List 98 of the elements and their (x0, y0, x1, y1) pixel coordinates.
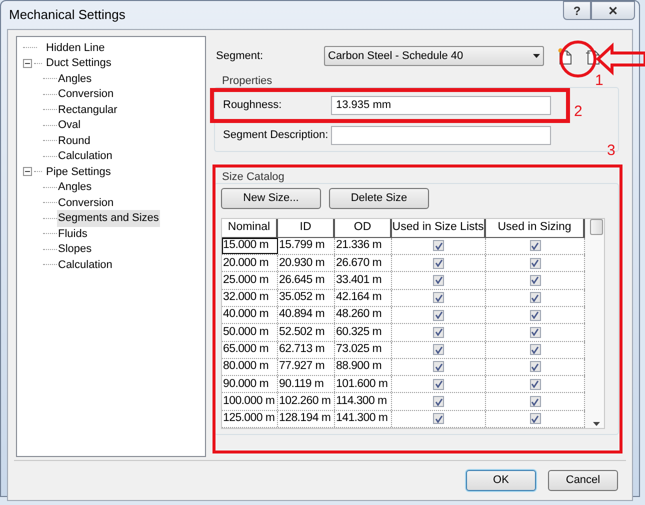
table-cell: 141.300 m (335, 410, 392, 427)
checkbox[interactable] (433, 413, 444, 424)
group-title: Size Catalog (222, 171, 284, 183)
tree-item[interactable]: Slopes (57, 241, 93, 258)
table-cell: 15.799 m (278, 238, 335, 254)
table-cell: 35.052 m (278, 290, 335, 306)
checkbox[interactable] (530, 240, 540, 252)
table-cell: 52.502 m (278, 324, 335, 341)
checkbox[interactable] (530, 274, 540, 286)
table-cell: 114.300 m (335, 393, 392, 410)
ok-button[interactable]: OK (466, 470, 536, 491)
table-cell: 73.025 m (335, 342, 392, 358)
table-cell: 21.336 m (335, 238, 392, 254)
checkbox[interactable] (433, 240, 444, 252)
table-cell: 48.260 m (335, 306, 392, 324)
annotation-circle (560, 40, 596, 78)
checkbox[interactable] (530, 310, 540, 321)
table-cell: 128.194 m (278, 410, 335, 427)
scroll-down-icon[interactable] (592, 422, 600, 426)
tree-item[interactable]: Angles (57, 179, 93, 196)
checkbox[interactable] (433, 396, 444, 408)
table-cell: 77.927 m (278, 358, 335, 376)
table-cell: 62.713 m (278, 342, 335, 358)
tree-item[interactable]: Rectangular (57, 102, 118, 118)
table-cell: 101.600 m (335, 376, 392, 392)
checkbox[interactable] (530, 326, 540, 338)
window-title: Mechanical Settings (9, 6, 126, 24)
table-cell: 40.000 m (222, 306, 278, 324)
scroll-thumb[interactable] (590, 219, 602, 235)
checkbox[interactable] (433, 326, 444, 338)
tree-item[interactable]: Calculation (57, 256, 114, 273)
checkbox[interactable] (530, 258, 540, 269)
tree-item[interactable]: Angles (57, 70, 93, 87)
tree-item[interactable]: Calculation (57, 148, 114, 164)
annotation-number: 1 (595, 73, 604, 88)
table-cell: 25.000 m (222, 272, 278, 289)
tree-item[interactable]: Duct Settings (45, 55, 112, 72)
checkbox[interactable] (433, 378, 444, 390)
catalog-button[interactable]: Delete Size (329, 188, 429, 209)
close-button[interactable]: ✕ (591, 1, 635, 20)
table-cell: 80.000 m (222, 358, 278, 376)
table-cell: 100.000 m (222, 393, 278, 410)
new-document-icon[interactable] (558, 48, 572, 64)
table-cell: 20.930 m (278, 255, 335, 272)
group-title: Properties (222, 75, 272, 87)
checkbox[interactable] (530, 378, 540, 390)
table-cell: 50.000 m (222, 324, 278, 341)
table-cell: 60.325 m (335, 324, 392, 341)
tree-item[interactable]: Pipe Settings (45, 164, 112, 180)
annotation-number: 3 (607, 143, 616, 158)
table-cell: 20.000 m (222, 255, 278, 272)
table-cell: 102.260 m (278, 393, 335, 410)
table-cell: 65.000 m (222, 342, 278, 358)
tree-item[interactable]: Oval (57, 117, 82, 134)
collapse-toggle-icon[interactable] (23, 167, 32, 176)
table-cell: 88.900 m (335, 358, 392, 376)
collapse-toggle-icon[interactable] (23, 58, 32, 68)
table-cell: 125.000 m (222, 410, 278, 427)
tree-item[interactable]: Round (57, 132, 92, 149)
scrollbar[interactable] (588, 219, 604, 428)
caret-icon (533, 54, 540, 58)
tree-item[interactable]: Fluids (57, 226, 88, 242)
checkbox[interactable] (530, 292, 540, 304)
description-field[interactable] (331, 126, 551, 145)
segment-dropdown[interactable]: Carbon Steel - Schedule 40 (324, 46, 544, 66)
checkbox[interactable] (433, 344, 444, 356)
segment-label: Segment: (215, 48, 264, 64)
column-header[interactable]: Nominal (222, 219, 278, 237)
annotation-number: 2 (574, 104, 582, 119)
checkbox[interactable] (530, 413, 540, 424)
table-cell: 32.000 m (222, 290, 278, 306)
checkbox[interactable] (433, 310, 444, 321)
table-cell: 15.000 m (222, 238, 278, 254)
table-cell: 40.894 m (278, 306, 335, 324)
checkbox[interactable] (433, 292, 444, 304)
checkbox[interactable] (433, 258, 444, 269)
table-cell: 26.645 m (278, 272, 335, 289)
tree-item[interactable]: Conversion (57, 194, 115, 211)
field-label: Roughness: (222, 98, 283, 114)
catalog-button[interactable]: New Size... (221, 188, 321, 209)
table-cell: 33.401 m (335, 272, 392, 289)
tree-item[interactable]: Segments and Sizes (57, 210, 160, 226)
roughness-field[interactable]: 13.935 mm (331, 96, 551, 115)
checkbox[interactable] (530, 396, 540, 408)
table-cell: 90.119 m (278, 376, 335, 392)
checkbox[interactable] (433, 361, 444, 372)
table-cell: 90.000 m (222, 376, 278, 392)
tree-item[interactable]: Hidden Line (45, 40, 106, 56)
cancel-button[interactable]: Cancel (548, 470, 618, 491)
field-label: Segment Description: (222, 128, 330, 144)
annotation-arrow (596, 42, 645, 76)
tree-item[interactable]: Conversion (57, 86, 115, 102)
checkbox[interactable] (530, 361, 540, 372)
table-cell: 42.164 m (335, 290, 392, 306)
checkbox[interactable] (433, 274, 444, 286)
help-button[interactable]: ? (563, 1, 591, 20)
checkbox[interactable] (530, 344, 540, 356)
table-cell: 26.670 m (335, 255, 392, 272)
